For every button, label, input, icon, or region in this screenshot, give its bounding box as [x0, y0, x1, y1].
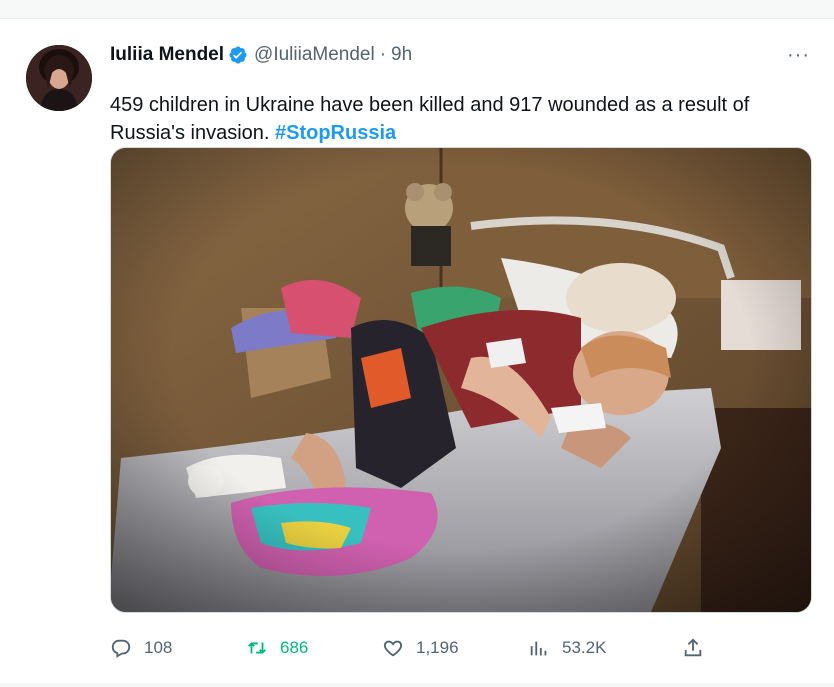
retweet-icon [248, 642, 266, 654]
views-chart-icon [530, 641, 547, 656]
next-tweet-divider [0, 683, 834, 687]
more-icon[interactable]: ··· [787, 45, 810, 65]
tweet-timestamp[interactable]: 9h [391, 43, 412, 67]
retweet-button[interactable]: 686 [246, 633, 308, 663]
verified-badge-icon [228, 45, 248, 65]
author-handle[interactable]: @IuliiaMendel [254, 43, 375, 67]
author-name[interactable]: Iuliia Mendel [110, 43, 224, 67]
like-button[interactable]: 1,196 [382, 633, 459, 663]
avatar[interactable] [26, 45, 92, 111]
tweet-card[interactable]: Iuliia Mendel @IuliiaMendel · 9h ··· 459… [0, 18, 834, 684]
hashtag-link[interactable]: #StopRussia [275, 122, 396, 144]
tweet-header: Iuliia Mendel @IuliiaMendel · 9h [110, 43, 412, 67]
share-icon [684, 638, 702, 657]
views-count: 53.2K [562, 638, 607, 657]
reply-icon [111, 639, 131, 658]
tweet-actions: 108 686 1,196 53.2K [110, 633, 720, 663]
reply-count: 108 [144, 638, 173, 657]
photo-image [111, 148, 811, 612]
tweet-text: 459 children in Ukraine have been killed… [110, 91, 810, 147]
reply-button[interactable]: 108 [110, 633, 172, 663]
previous-tweet-divider [0, 0, 834, 19]
views-button[interactable]: 53.2K [528, 633, 606, 663]
like-count: 1,196 [416, 638, 459, 657]
retweet-count: 686 [280, 638, 309, 657]
separator-dot: · [379, 44, 387, 65]
tweet-photo[interactable] [110, 147, 812, 613]
share-button[interactable] [682, 633, 716, 663]
tweet-body: 459 children in Ukraine have been killed… [110, 94, 750, 144]
heart-icon [383, 640, 403, 657]
